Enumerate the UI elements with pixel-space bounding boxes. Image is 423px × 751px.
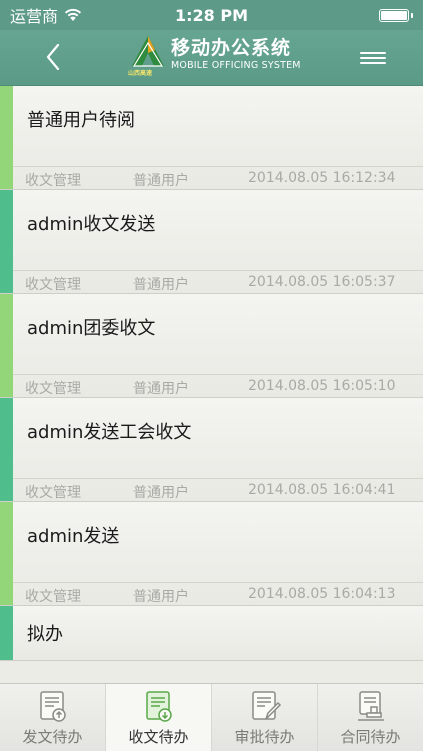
document-download-icon	[145, 691, 172, 722]
tab-contract-todo[interactable]: 合同待办	[317, 684, 423, 751]
item-user: 普通用户	[133, 173, 189, 189]
item-timestamp: 2014.08.05 16:05:10	[248, 378, 396, 394]
tab-label: 发文待办	[22, 728, 83, 746]
item-category: 收文管理	[25, 589, 81, 605]
item-timestamp: 2014.08.05 16:12:34	[248, 170, 396, 186]
wifi-icon	[64, 8, 82, 21]
chevron-left-icon	[46, 44, 60, 70]
contract-stamp-icon	[357, 691, 384, 721]
item-divider	[13, 374, 423, 375]
item-category: 收文管理	[25, 173, 81, 189]
item-user: 普通用户	[133, 277, 189, 293]
item-timestamp: 2014.08.05 16:04:41	[248, 482, 396, 498]
item-divider	[13, 582, 423, 583]
item-user: 普通用户	[133, 485, 189, 501]
nav-bar: 山西高速 移动办公系统 MOBILE OFFICING SYSTEM	[0, 30, 423, 86]
battery-fill	[381, 10, 407, 20]
item-category: 收文管理	[25, 381, 81, 397]
item-category: 收文管理	[25, 485, 81, 501]
item-title: admin团委收文	[27, 318, 156, 339]
app-title: 移动办公系统	[171, 37, 292, 59]
tab-approval-todo[interactable]: 审批待办	[211, 684, 317, 751]
list-item[interactable]: admin团委收文 收文管理 普通用户 2014.08.05 16:05:10	[0, 294, 423, 398]
list-item[interactable]: 拟办	[0, 606, 423, 661]
list-item[interactable]: admin发送 收文管理 普通用户 2014.08.05 16:04:13	[0, 502, 423, 606]
item-divider	[13, 270, 423, 271]
carrier-group: 运营商	[10, 3, 82, 27]
status-bar: 运营商 1:28 PM	[0, 0, 423, 30]
battery-icon	[379, 8, 413, 22]
item-category: 收文管理	[25, 277, 81, 293]
list-item[interactable]: 普通用户待阅 收文管理 普通用户 2014.08.05 16:12:34	[0, 86, 423, 190]
item-title: 普通用户待阅	[27, 110, 135, 131]
tab-label: 合同待办	[340, 728, 401, 746]
back-button[interactable]	[38, 40, 68, 74]
document-upload-icon	[39, 691, 66, 722]
item-divider	[13, 166, 423, 167]
logo-caption: 山西高速	[128, 70, 153, 77]
item-title: admin发送工会收文	[27, 422, 192, 443]
tab-bar: 发文待办 收文待办 审批待办 合同待办	[0, 683, 423, 751]
tab-incoming-todo[interactable]: 收文待办	[105, 684, 211, 751]
item-user: 普通用户	[133, 589, 189, 605]
item-timestamp: 2014.08.05 16:05:37	[248, 274, 396, 290]
app-logo: 山西高速 移动办公系统 MOBILE OFFICING SYSTEM	[128, 34, 301, 80]
item-title: 拟办	[27, 624, 63, 645]
document-list: 普通用户待阅 收文管理 普通用户 2014.08.05 16:12:34 adm…	[0, 86, 423, 661]
hamburger-menu-icon	[360, 52, 386, 54]
tab-outgoing-todo[interactable]: 发文待办	[0, 684, 105, 751]
document-edit-icon	[251, 691, 281, 720]
item-timestamp: 2014.08.05 16:04:13	[248, 586, 396, 602]
menu-button[interactable]	[360, 47, 386, 69]
tab-label: 收文待办	[128, 728, 189, 746]
carrier-name: 运营商	[10, 7, 59, 26]
hamburger-line	[360, 62, 386, 64]
list-item[interactable]: admin收文发送 收文管理 普通用户 2014.08.05 16:05:37	[0, 190, 423, 294]
company-logo: 山西高速	[128, 34, 168, 80]
tab-label: 审批待办	[234, 728, 295, 746]
list-item[interactable]: admin发送工会收文 收文管理 普通用户 2014.08.05 16:04:4…	[0, 398, 423, 502]
app-subtitle: MOBILE OFFICING SYSTEM	[171, 60, 301, 71]
item-title: admin发送	[27, 526, 120, 547]
item-divider	[13, 478, 423, 479]
item-title: admin收文发送	[27, 214, 156, 235]
item-user: 普通用户	[133, 381, 189, 397]
hamburger-line	[360, 57, 386, 59]
